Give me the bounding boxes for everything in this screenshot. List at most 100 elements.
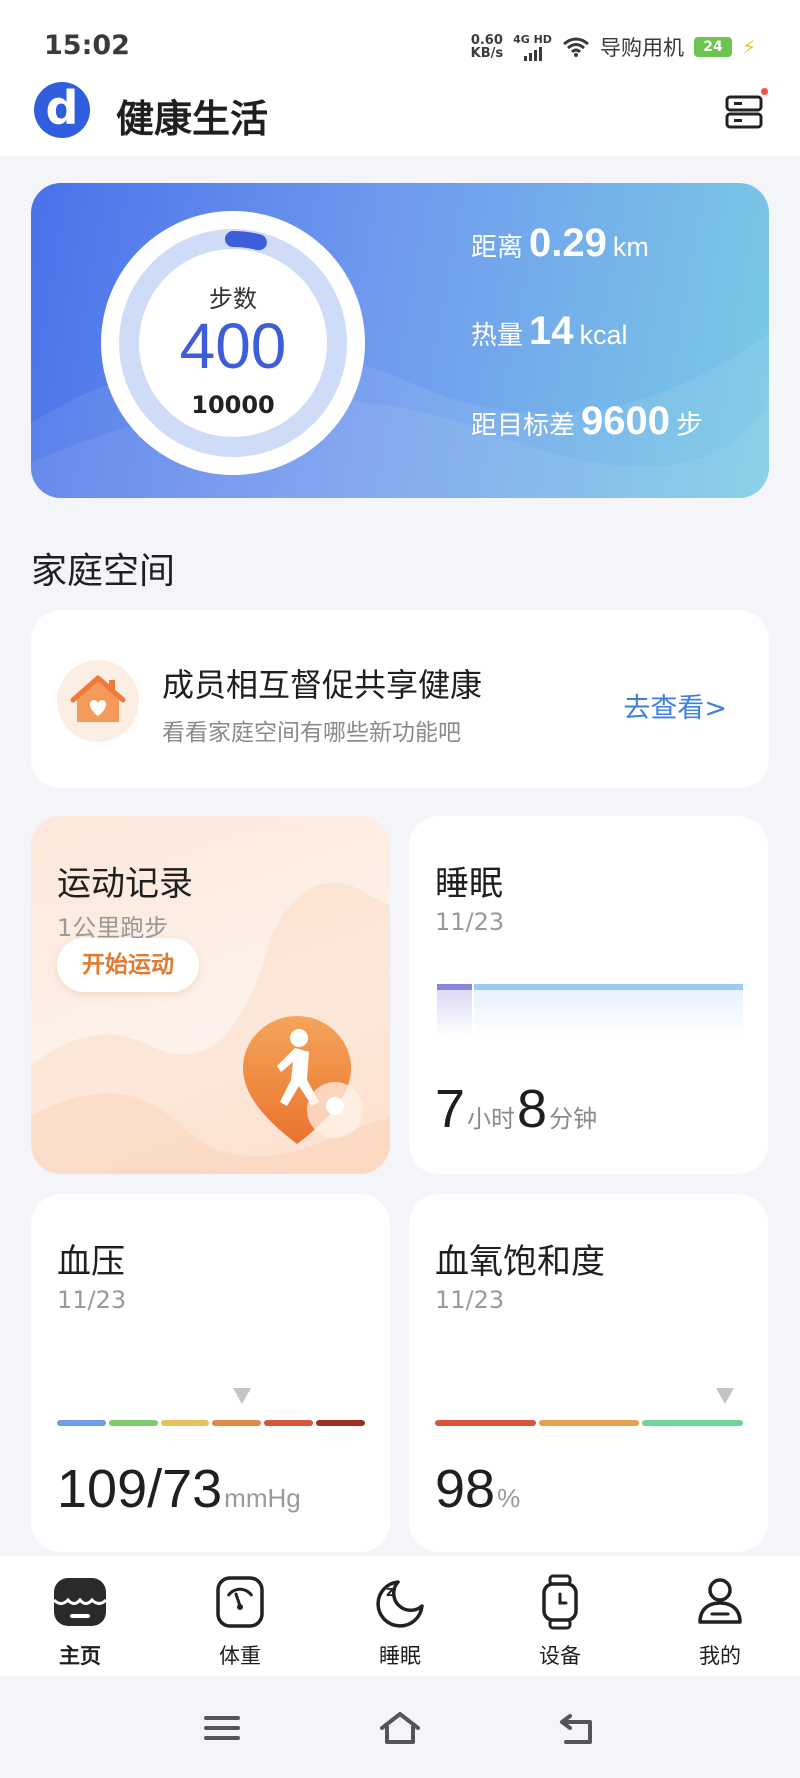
scale-icon: [216, 1576, 264, 1628]
blood-pressure-scale-segments: [57, 1420, 365, 1426]
wifi-icon: [562, 37, 589, 57]
svg-text:z: z: [386, 1584, 394, 1600]
blood-pressure-scale-segment-2: [108, 1420, 158, 1426]
nav-home[interactable]: 主页: [0, 1556, 160, 1676]
blood-pressure-scale-segment-6: [316, 1420, 365, 1426]
blood-pressure-value: 109/73: [57, 1459, 223, 1519]
blood-oxygen-marker-icon: [715, 1388, 734, 1404]
steps-count: 400: [179, 310, 287, 382]
app-header: d 健康生活: [0, 74, 800, 156]
blood-pressure-scale-segment-5: [264, 1420, 314, 1426]
home-icon: [52, 1578, 108, 1626]
blood-pressure-marker-icon: [232, 1388, 251, 1404]
calories-label: 热量: [471, 321, 524, 351]
remaining-unit: 步: [676, 410, 703, 440]
calories-stat: 热量 14 kcal: [471, 309, 628, 354]
nav-home-label: 主页: [59, 1644, 101, 1668]
sleep-date: 11/23: [435, 908, 505, 936]
start-exercise-button[interactable]: 开始运动: [57, 938, 199, 992]
steps-card[interactable]: 步数 400 10000 距离 0.29 km 热量 14 kcal 距目标差 …: [31, 183, 769, 498]
app-logo: d: [34, 82, 90, 138]
exercise-title: 运动记录: [57, 864, 193, 904]
blood-pressure-unit: mmHg: [224, 1483, 301, 1513]
signal-bars-icon: [523, 46, 542, 61]
deep-sleep-fill: [437, 990, 472, 1036]
network-type: 4G HD: [513, 32, 552, 46]
notification-dot: [761, 88, 768, 95]
family-section-title: 家庭空间: [31, 551, 176, 592]
back-icon[interactable]: [558, 1710, 598, 1746]
network-speed: 0.60 KB/s: [471, 34, 503, 60]
blood-oxygen-scale-segment-2: [538, 1420, 640, 1426]
sleep-stage-chart: [437, 984, 743, 1036]
distance-stat: 距离 0.29 km: [471, 221, 649, 266]
light-sleep-bar: [474, 984, 743, 990]
remaining-stat: 距目标差 9600 步: [471, 399, 703, 444]
steps-goal: 10000: [191, 391, 275, 419]
menu-icon[interactable]: [202, 1710, 242, 1746]
blood-pressure-scale: [57, 1388, 365, 1428]
blood-oxygen-title: 血氧饱和度: [435, 1242, 605, 1282]
battery-icon: 24: [693, 37, 732, 57]
nav-weight[interactable]: 体重: [160, 1556, 320, 1676]
sleep-minutes: 8: [517, 1079, 548, 1139]
blood-pressure-scale-segment-1: [57, 1420, 106, 1426]
blood-pressure-scale-segment-3: [160, 1420, 210, 1426]
exercise-record-card[interactable]: 运动记录 1公里跑步 开始运动: [31, 816, 390, 1174]
home-button-icon[interactable]: [378, 1710, 422, 1746]
bottom-navigation: 主页 体重 z 睡眠 设备 我的: [0, 1556, 800, 1676]
nav-profile[interactable]: 我的: [640, 1556, 800, 1676]
watch-icon: [542, 1574, 578, 1630]
sleep-hours-unit: 小时: [467, 1105, 516, 1133]
blood-oxygen-scale-segment-3: [642, 1420, 744, 1426]
light-sleep-fill: [474, 990, 743, 1036]
blood-oxygen-date: 11/23: [435, 1286, 505, 1314]
distance-value: 0.29: [529, 221, 607, 265]
family-card-subtitle: 看看家庭空间有哪些新功能吧: [162, 720, 461, 746]
blood-pressure-reading: 109/73 mmHg: [57, 1458, 301, 1520]
more-menu-button[interactable]: [724, 88, 768, 132]
nav-profile-label: 我的: [699, 1644, 741, 1668]
distance-label: 距离: [471, 233, 524, 263]
blood-oxygen-scale-segments: [435, 1420, 744, 1426]
moon-icon: z: [376, 1580, 424, 1628]
distance-unit: km: [612, 232, 649, 262]
sleep-duration: 7 小时 8 分钟: [435, 1078, 599, 1140]
carrier-name: 导购用机: [599, 36, 684, 60]
blood-pressure-date: 11/23: [57, 1286, 127, 1314]
nav-weight-label: 体重: [219, 1644, 261, 1668]
page-title: 健康生活: [116, 97, 269, 141]
remaining-label: 距目标差: [471, 411, 576, 441]
nav-device[interactable]: 设备: [480, 1556, 640, 1676]
list-menu-icon: [725, 95, 763, 129]
blood-oxygen-card[interactable]: 血氧饱和度 11/23 98 %: [409, 1194, 768, 1552]
family-house-icon: [57, 660, 139, 742]
sleep-card[interactable]: 睡眠 11/23 7 小时 8 分钟: [409, 816, 768, 1174]
cell-signal: 4G HD: [513, 34, 552, 61]
blood-pressure-scale-segment-4: [212, 1420, 262, 1426]
blood-oxygen-unit: %: [497, 1483, 521, 1513]
blood-pressure-title: 血压: [57, 1242, 125, 1282]
running-location-pin-icon: [243, 1016, 363, 1144]
network-speed-unit: KB/s: [470, 46, 504, 61]
nav-sleep-label: 睡眠: [379, 1644, 421, 1668]
blood-oxygen-scale: [435, 1388, 744, 1428]
calories-unit: kcal: [579, 320, 628, 350]
status-time: 15:02: [44, 30, 130, 61]
blood-oxygen-value: 98: [435, 1459, 496, 1519]
remaining-value: 9600: [581, 399, 670, 443]
charging-icon: ⚡: [741, 35, 756, 59]
status-indicators: 0.60 KB/s 4G HD 导购用机 24 ⚡: [471, 30, 756, 64]
nav-sleep[interactable]: z 睡眠: [320, 1556, 480, 1676]
calories-value: 14: [529, 309, 574, 353]
system-navigation-bar: [0, 1676, 800, 1778]
blood-pressure-card[interactable]: 血压 11/23 109/73 mmHg: [31, 1194, 390, 1552]
deep-sleep-bar: [437, 984, 472, 990]
sleep-title: 睡眠: [435, 864, 503, 904]
view-family-link[interactable]: 去查看>: [623, 686, 727, 725]
sleep-hours: 7: [435, 1079, 466, 1139]
blood-oxygen-scale-segment-1: [435, 1420, 536, 1426]
family-card-title: 成员相互督促共享健康: [162, 666, 483, 704]
family-space-card[interactable]: 成员相互督促共享健康 看看家庭空间有哪些新功能吧 去查看>: [31, 610, 769, 788]
sleep-minutes-unit: 分钟: [549, 1105, 598, 1133]
